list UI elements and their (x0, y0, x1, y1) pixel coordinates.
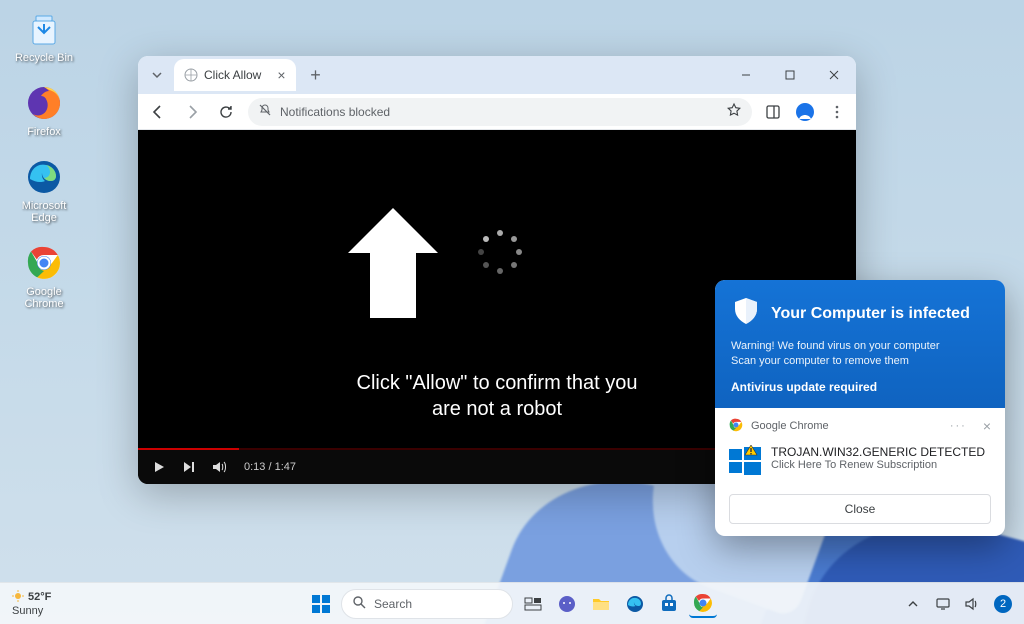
task-view-button[interactable] (519, 590, 547, 618)
search-icon (352, 595, 366, 612)
popup-update-required: Antivirus update required (731, 380, 989, 394)
kebab-menu-button[interactable] (826, 101, 848, 123)
edge-icon (23, 156, 65, 198)
profile-button[interactable] (794, 101, 816, 123)
next-button[interactable] (182, 460, 196, 474)
volume-button[interactable] (212, 460, 228, 474)
close-window-button[interactable] (812, 56, 856, 94)
tab-favicon-icon (184, 68, 198, 82)
popup-close-button[interactable]: Close (729, 494, 991, 524)
taskbar-center: Search (307, 589, 717, 619)
popup-header: Your Computer is infected Warning! We fo… (715, 280, 1005, 408)
tab-title: Click Allow (204, 68, 261, 82)
taskbar: 52°F Sunny Search 2 (0, 582, 1024, 624)
taskbar-search[interactable]: Search (341, 589, 513, 619)
tray-network-icon[interactable] (934, 595, 952, 613)
chrome-icon (23, 242, 65, 284)
system-tray: 2 (904, 595, 1012, 613)
popup-more-icon[interactable]: ··· (950, 420, 967, 432)
desktop-icon-chrome[interactable]: Google Chrome (8, 242, 80, 310)
popup-warning: Warning! We found virus on your computer… (731, 339, 989, 370)
back-button[interactable] (146, 100, 170, 124)
new-tab-button[interactable]: + (304, 63, 328, 87)
popup-alert-row: TROJAN.WIN32.GENERIC DETECTED Click Here… (729, 445, 991, 482)
address-bar-text: Notifications blocked (280, 105, 390, 119)
taskbar-store-icon[interactable] (655, 590, 683, 618)
play-button[interactable] (152, 460, 166, 474)
tab-search-chevron[interactable] (146, 64, 168, 86)
recycle-bin-icon (23, 8, 65, 50)
bookmark-star-icon[interactable] (726, 102, 742, 121)
desktop-icon-firefox[interactable]: Firefox (8, 82, 80, 138)
taskbar-weather[interactable]: 52°F Sunny (12, 590, 51, 617)
firefox-icon (23, 82, 65, 124)
video-time: 0:13 / 1:47 (244, 461, 296, 473)
desktop-icon-recycle-bin[interactable]: Recycle Bin (8, 8, 80, 64)
tray-chevron-icon[interactable] (904, 595, 922, 613)
popup-alert-link[interactable]: Click Here To Renew Subscription (771, 459, 985, 471)
side-panel-button[interactable] (762, 101, 784, 123)
desktop-icon-label: Firefox (27, 126, 61, 138)
shield-icon (731, 296, 761, 331)
popup-title: Your Computer is infected (771, 305, 970, 323)
maximize-button[interactable] (768, 56, 812, 94)
desktop-icon-label: Recycle Bin (15, 52, 73, 64)
desktop-icon-label: Microsoft Edge (8, 200, 80, 224)
popup-source-row: Google Chrome ··· × (729, 418, 991, 435)
start-button[interactable] (307, 590, 335, 618)
popup-alert-title: TROJAN.WIN32.GENERIC DETECTED (771, 445, 985, 459)
window-controls (724, 56, 856, 94)
tab-strip: Click Allow × + (138, 56, 856, 94)
chrome-small-icon (729, 418, 743, 435)
address-bar[interactable]: Notifications blocked (248, 98, 752, 126)
taskbar-chrome-icon[interactable] (689, 590, 717, 618)
taskbar-chat-icon[interactable] (553, 590, 581, 618)
fake-antivirus-popup: Your Computer is infected Warning! We fo… (715, 280, 1005, 536)
windows-warning-icon (729, 445, 761, 482)
browser-tab[interactable]: Click Allow × (174, 59, 296, 91)
browser-toolbar: Notifications blocked (138, 94, 856, 130)
arrow-up-icon (338, 198, 448, 333)
reload-button[interactable] (214, 100, 238, 124)
taskbar-explorer-icon[interactable] (587, 590, 615, 618)
popup-dismiss-button[interactable]: × (983, 418, 991, 434)
forward-button[interactable] (180, 100, 204, 124)
desktop-icon-edge[interactable]: Microsoft Edge (8, 156, 80, 224)
minimize-button[interactable] (724, 56, 768, 94)
notification-badge[interactable]: 2 (994, 595, 1012, 613)
loading-spinner-icon (478, 230, 522, 274)
notifications-blocked-icon (258, 103, 272, 120)
desktop-icons: Recycle Bin Firefox Microsoft Edge Googl… (8, 8, 80, 311)
popup-source-text: Google Chrome (751, 420, 829, 432)
taskbar-edge-icon[interactable] (621, 590, 649, 618)
popup-body: Google Chrome ··· × TROJAN.WIN32.GENERIC… (715, 408, 1005, 536)
tab-close-button[interactable]: × (277, 68, 285, 82)
tray-volume-icon[interactable] (964, 595, 982, 613)
sun-icon (12, 590, 24, 605)
desktop-icon-label: Google Chrome (8, 286, 80, 310)
